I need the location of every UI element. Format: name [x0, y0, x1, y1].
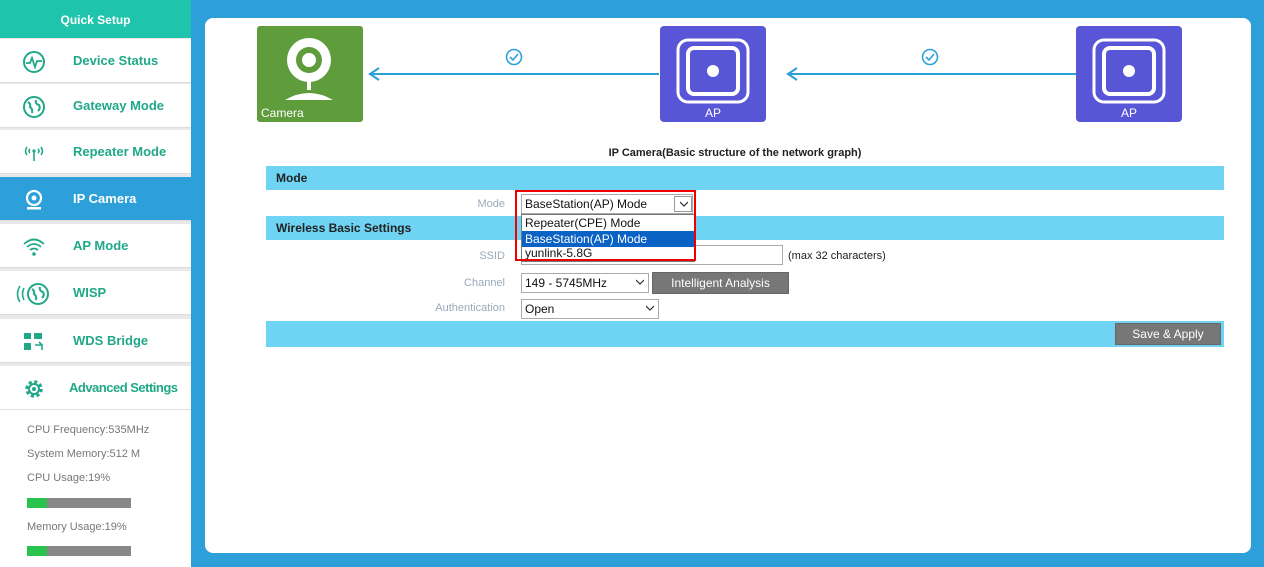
- check-circle-icon: [505, 48, 523, 66]
- system-memory: System Memory:512 M: [27, 448, 141, 460]
- cpu-usage: CPU Usage:19%: [27, 472, 111, 484]
- sidebar-item-label: WDS Bridge: [73, 333, 149, 348]
- ap-label: AP: [704, 106, 721, 120]
- link-arrow: [369, 73, 659, 75]
- sidebar-item-label: IP Camera: [73, 191, 137, 206]
- sidebar-item-label: WISP: [73, 285, 107, 300]
- mode-section-header: Mode: [266, 166, 1224, 190]
- pulse-icon: [23, 51, 45, 73]
- quick-setup-header[interactable]: Quick Setup: [0, 0, 191, 38]
- graph-title: IP Camera(Basic structure of the network…: [608, 147, 862, 159]
- camera-device: Camera: [257, 26, 363, 122]
- ssid-label: SSID: [479, 250, 505, 262]
- action-bar: [266, 321, 1224, 347]
- sidebar-item-gateway-mode[interactable]: Gateway Mode: [0, 84, 191, 128]
- sidebar-item-label: AP Mode: [73, 238, 129, 253]
- arrow-head-icon: [786, 67, 798, 81]
- sidebar-item-advanced-settings[interactable]: Advanced Settings: [0, 366, 191, 410]
- camera-icon: [25, 189, 43, 210]
- arrow-head-icon: [368, 67, 380, 81]
- wireless-section-header: Wireless Basic Settings: [266, 216, 1224, 240]
- content-panel: Camera AP AP IP Camera(Basic structure o…: [205, 18, 1251, 553]
- camera-icon: [285, 38, 333, 100]
- ap-icon: [1092, 38, 1166, 104]
- wisp-globe-icon: [16, 283, 49, 305]
- link-arrow: [787, 73, 1077, 75]
- authentication-label: Authentication: [435, 302, 505, 314]
- authentication-select-value: Open: [525, 302, 555, 316]
- channel-select-value: 149 - 5745MHz: [525, 276, 608, 290]
- memory-usage-fill: [27, 546, 47, 556]
- cpu-usage-fill: [27, 498, 47, 508]
- authentication-select[interactable]: Open: [521, 299, 659, 319]
- ap-device-2: AP: [1076, 26, 1182, 122]
- main-frame: Camera AP AP IP Camera(Basic structure o…: [191, 0, 1264, 567]
- sidebar-item-device-status[interactable]: Device Status: [0, 39, 191, 83]
- ap-label: AP: [1120, 106, 1137, 120]
- sidebar-item-label: Gateway Mode: [73, 98, 165, 113]
- check-circle-icon: [921, 48, 939, 66]
- sidebar: Quick Setup Device Status Gateway Mode R…: [0, 0, 191, 567]
- cpu-usage-bar: [27, 498, 131, 508]
- cpu-frequency: CPU Frequency:535MHz: [27, 424, 150, 436]
- sidebar-item-label: Repeater Mode: [73, 144, 167, 159]
- wifi-icon: [23, 238, 45, 256]
- sidebar-item-repeater-mode[interactable]: Repeater Mode: [0, 130, 191, 174]
- sidebar-item-label: Advanced Settings: [69, 380, 178, 395]
- save-apply-button[interactable]: Save & Apply: [1115, 323, 1221, 345]
- sidebar-item-label: Device Status: [73, 53, 159, 68]
- chevron-down-icon: [646, 305, 654, 311]
- sidebar-item-ip-camera[interactable]: IP Camera: [0, 177, 191, 221]
- sidebar-item-wds-bridge[interactable]: WDS Bridge: [0, 319, 191, 363]
- memory-usage-bar: [27, 546, 131, 556]
- mode-label: Mode: [477, 198, 505, 210]
- memory-usage: Memory Usage:19%: [27, 521, 127, 533]
- camera-label: Camera: [261, 106, 304, 120]
- highlight-box: [515, 190, 696, 261]
- globe-icon: [23, 96, 45, 118]
- sidebar-item-ap-mode[interactable]: AP Mode: [0, 224, 191, 268]
- system-stats: CPU Frequency:535MHz System Memory:512 M…: [0, 410, 191, 567]
- ap-icon: [676, 38, 750, 104]
- channel-select[interactable]: 149 - 5745MHz: [521, 273, 649, 293]
- chevron-down-icon: [636, 279, 644, 285]
- ap-device-1: AP: [660, 26, 766, 122]
- channel-label: Channel: [464, 277, 505, 289]
- sidebar-item-wisp[interactable]: WISP: [0, 271, 191, 315]
- gear-icon: [25, 380, 43, 398]
- intelligent-analysis-button[interactable]: Intelligent Analysis: [652, 272, 789, 294]
- antenna-icon: [24, 146, 44, 161]
- ssid-hint: (max 32 characters): [788, 250, 886, 262]
- bridge-icon: [24, 333, 43, 350]
